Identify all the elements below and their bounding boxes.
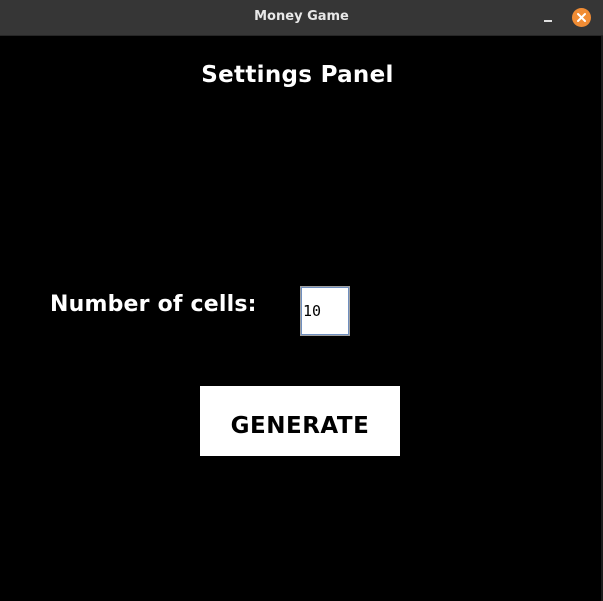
number-of-cells-label: Number of cells: xyxy=(50,292,257,317)
close-button[interactable] xyxy=(572,8,591,27)
window-title: Money Game xyxy=(254,9,349,24)
number-of-cells-input[interactable] xyxy=(300,286,350,336)
close-icon xyxy=(577,13,586,22)
minimize-icon xyxy=(544,20,552,22)
generate-button-label: GENERATE xyxy=(230,413,370,439)
minimize-button[interactable] xyxy=(540,10,556,26)
app-window: Money Game Settings Panel Number of cell… xyxy=(0,0,603,601)
settings-panel-title: Settings Panel xyxy=(201,62,394,88)
generate-button[interactable]: GENERATE xyxy=(200,386,400,456)
title-bar[interactable]: Money Game xyxy=(0,0,603,36)
